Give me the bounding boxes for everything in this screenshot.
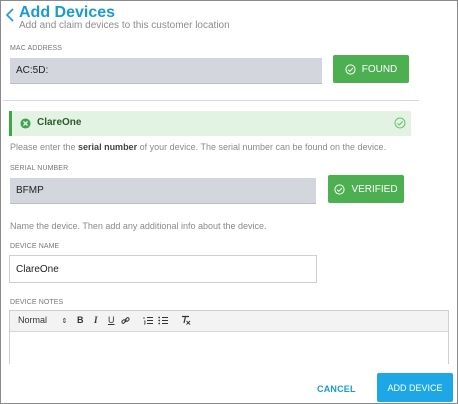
x-circle-icon[interactable]: [20, 118, 31, 129]
device-notes-label: DEVICE NOTES: [10, 299, 64, 306]
link-button[interactable]: [121, 316, 130, 325]
select-arrows-icon: ⇕: [61, 318, 68, 325]
device-name-value: ClareOne: [16, 263, 59, 275]
check-circle-icon: [345, 63, 356, 75]
check-circle-icon: [394, 117, 406, 129]
serial-instruction: Please enter the serial number of your d…: [10, 142, 386, 152]
device-name-field[interactable]: ClareOne: [9, 255, 317, 283]
mac-address-value: AC:5D:: [16, 65, 49, 76]
underline-button[interactable]: U: [108, 315, 115, 325]
page-subtitle: Add and claim devices to this customer l…: [19, 20, 230, 31]
serial-number-label: SERIAL NUMBER: [10, 165, 69, 172]
style-select-value: Normal: [18, 315, 48, 325]
mac-address-field[interactable]: AC:5D:: [10, 58, 322, 84]
serial-instruction-text-end: of your device. The serial number can be…: [137, 142, 387, 152]
verified-button[interactable]: VERIFIED: [328, 175, 404, 203]
bullet-list-icon: [158, 316, 168, 325]
serial-instruction-bold: serial number: [78, 142, 138, 152]
found-device-name: ClareOne: [37, 117, 82, 128]
serial-number-value: BFMP: [16, 185, 44, 196]
bullet-list-button[interactable]: [158, 316, 168, 325]
serial-instruction-text: Please enter the: [10, 142, 79, 152]
add-devices-dialog: Add Devices Add and claim devices to thi…: [0, 0, 458, 404]
name-instruction: Name the device. Then add any additional…: [10, 221, 267, 231]
verified-button-label: VERIFIED: [351, 183, 398, 195]
device-name-label: DEVICE NAME: [10, 243, 60, 250]
found-button[interactable]: FOUND: [333, 55, 409, 83]
italic-button[interactable]: I: [94, 315, 98, 325]
bold-button[interactable]: B: [77, 315, 84, 325]
add-device-button[interactable]: ADD DEVICE: [377, 373, 453, 402]
ordered-list-button[interactable]: [143, 316, 153, 325]
clear-format-button[interactable]: [181, 315, 191, 325]
device-notes-editor[interactable]: Normal ⇕ B I U: [9, 310, 449, 370]
section-divider: [3, 100, 419, 101]
clear-format-icon: [182, 315, 191, 325]
check-circle-icon: [334, 183, 346, 195]
editor-toolbar: Normal ⇕ B I U: [10, 311, 448, 332]
serial-number-field[interactable]: BFMP: [10, 178, 316, 204]
chevron-left-icon[interactable]: [3, 7, 17, 23]
style-select[interactable]: Normal ⇕: [18, 315, 67, 325]
link-icon: [121, 317, 130, 324]
found-device-banner: ClareOne: [9, 111, 411, 136]
found-button-label: FOUND: [361, 63, 398, 75]
ordered-list-icon: [143, 317, 153, 325]
cancel-button[interactable]: CANCEL: [317, 384, 356, 394]
mac-address-label: MAC ADDRESS: [10, 45, 63, 52]
